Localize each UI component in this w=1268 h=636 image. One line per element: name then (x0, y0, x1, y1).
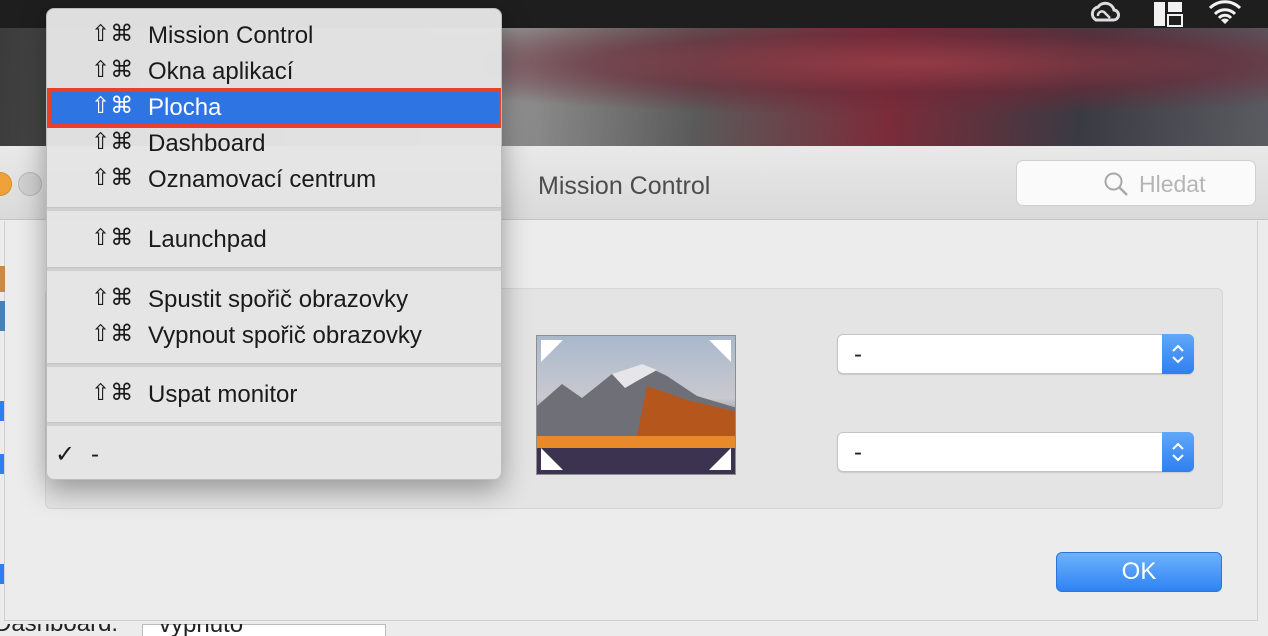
menu-item-notification-center[interactable]: ⇧⌘ Oznamovací centrum (47, 161, 501, 197)
shift-command-icon: ⇧⌘ (91, 93, 134, 119)
ok-button[interactable]: OK (1056, 552, 1222, 592)
hot-corner-action-menu: ⇧⌘ Mission Control ⇧⌘ Okna aplikací ⇧⌘ P… (46, 8, 502, 480)
menu-item-label: Spustit spořič obrazovky (148, 286, 409, 313)
shift-command-icon: ⇧⌘ (91, 57, 134, 83)
corner-marker-bottom-left (541, 448, 563, 470)
creative-cloud-icon[interactable] (1084, 0, 1126, 28)
up-down-chevron-icon[interactable] (1162, 432, 1194, 472)
underlying-checkbox-fragment (0, 401, 4, 421)
popup-value: - (854, 439, 862, 466)
menu-separator (47, 422, 501, 426)
underlying-checkbox-fragment (0, 564, 4, 584)
checkmark-icon: ✓ (55, 440, 76, 468)
menu-item-sleep-display[interactable]: ⇧⌘ Uspat monitor (47, 376, 501, 412)
zoom-button[interactable] (18, 172, 42, 196)
menu-item-dashboard[interactable]: ⇧⌘ Dashboard (47, 125, 501, 161)
bottom-right-corner-popup[interactable]: - (837, 432, 1194, 472)
wifi-icon[interactable] (1207, 0, 1243, 28)
top-right-corner-popup[interactable]: - (837, 334, 1194, 374)
menu-item-label: Uspat monitor (148, 381, 298, 408)
menu-separator (47, 207, 501, 211)
menu-item-label: Oznamovací centrum (148, 166, 377, 193)
menu-item-disable-screensaver[interactable]: ⇧⌘ Vypnout spořič obrazovky (47, 317, 501, 353)
shift-command-icon: ⇧⌘ (91, 321, 134, 347)
up-down-chevron-icon[interactable] (1162, 334, 1194, 374)
shift-command-icon: ⇧⌘ (91, 21, 134, 47)
search-placeholder: Hledat (1139, 171, 1206, 197)
menu-item-label: Vypnout spořič obrazovky (148, 322, 422, 349)
search-field[interactable]: Hledat (1016, 160, 1256, 206)
window-title: Mission Control (538, 172, 711, 200)
menu-item-none[interactable]: ✓ - (47, 436, 501, 472)
menu-item-label: Launchpad (148, 226, 267, 253)
dashboard-select[interactable]: vypnuto (142, 624, 386, 636)
menu-item-start-screensaver[interactable]: ⇧⌘ Spustit spořič obrazovky (47, 281, 501, 317)
menu-separator (47, 363, 501, 367)
window-layout-icon[interactable] (1152, 0, 1184, 28)
desktop-preview-image (536, 335, 736, 475)
shift-command-icon: ⇧⌘ (91, 165, 134, 191)
menu-item-label: Plocha (148, 94, 222, 121)
menu-item-label: Mission Control (148, 22, 314, 49)
menu-item-launchpad[interactable]: ⇧⌘ Launchpad (47, 221, 501, 257)
menu-item-application-windows[interactable]: ⇧⌘ Okna aplikací (47, 53, 501, 89)
shift-command-icon: ⇧⌘ (91, 129, 134, 155)
popup-value: - (854, 341, 862, 368)
dashboard-label: Dashboard: (0, 624, 118, 636)
underlying-window-fragment (0, 266, 5, 292)
minimize-button[interactable] (0, 172, 12, 196)
corner-marker-bottom-right (709, 448, 731, 470)
menu-item-mission-control[interactable]: ⇧⌘ Mission Control (47, 17, 501, 53)
underlying-window-fragment (0, 301, 5, 331)
dashboard-select-value: vypnuto (159, 624, 243, 636)
shift-command-icon: ⇧⌘ (91, 285, 134, 311)
corner-marker-top-right (709, 340, 731, 362)
underlying-checkbox-fragment (0, 454, 4, 474)
menu-item-label: - (91, 441, 99, 468)
menu-item-desktop[interactable]: ⇧⌘ Plocha (47, 88, 501, 128)
menu-item-label: Okna aplikací (148, 58, 294, 85)
shift-command-icon: ⇧⌘ (91, 225, 134, 251)
search-icon (1103, 171, 1129, 202)
menu-separator (47, 267, 501, 271)
dashboard-setting-row: Dashboard: vypnuto (0, 624, 400, 636)
shift-command-icon: ⇧⌘ (91, 380, 134, 406)
corner-marker-top-left (541, 340, 563, 362)
menu-item-label: Dashboard (148, 130, 266, 157)
